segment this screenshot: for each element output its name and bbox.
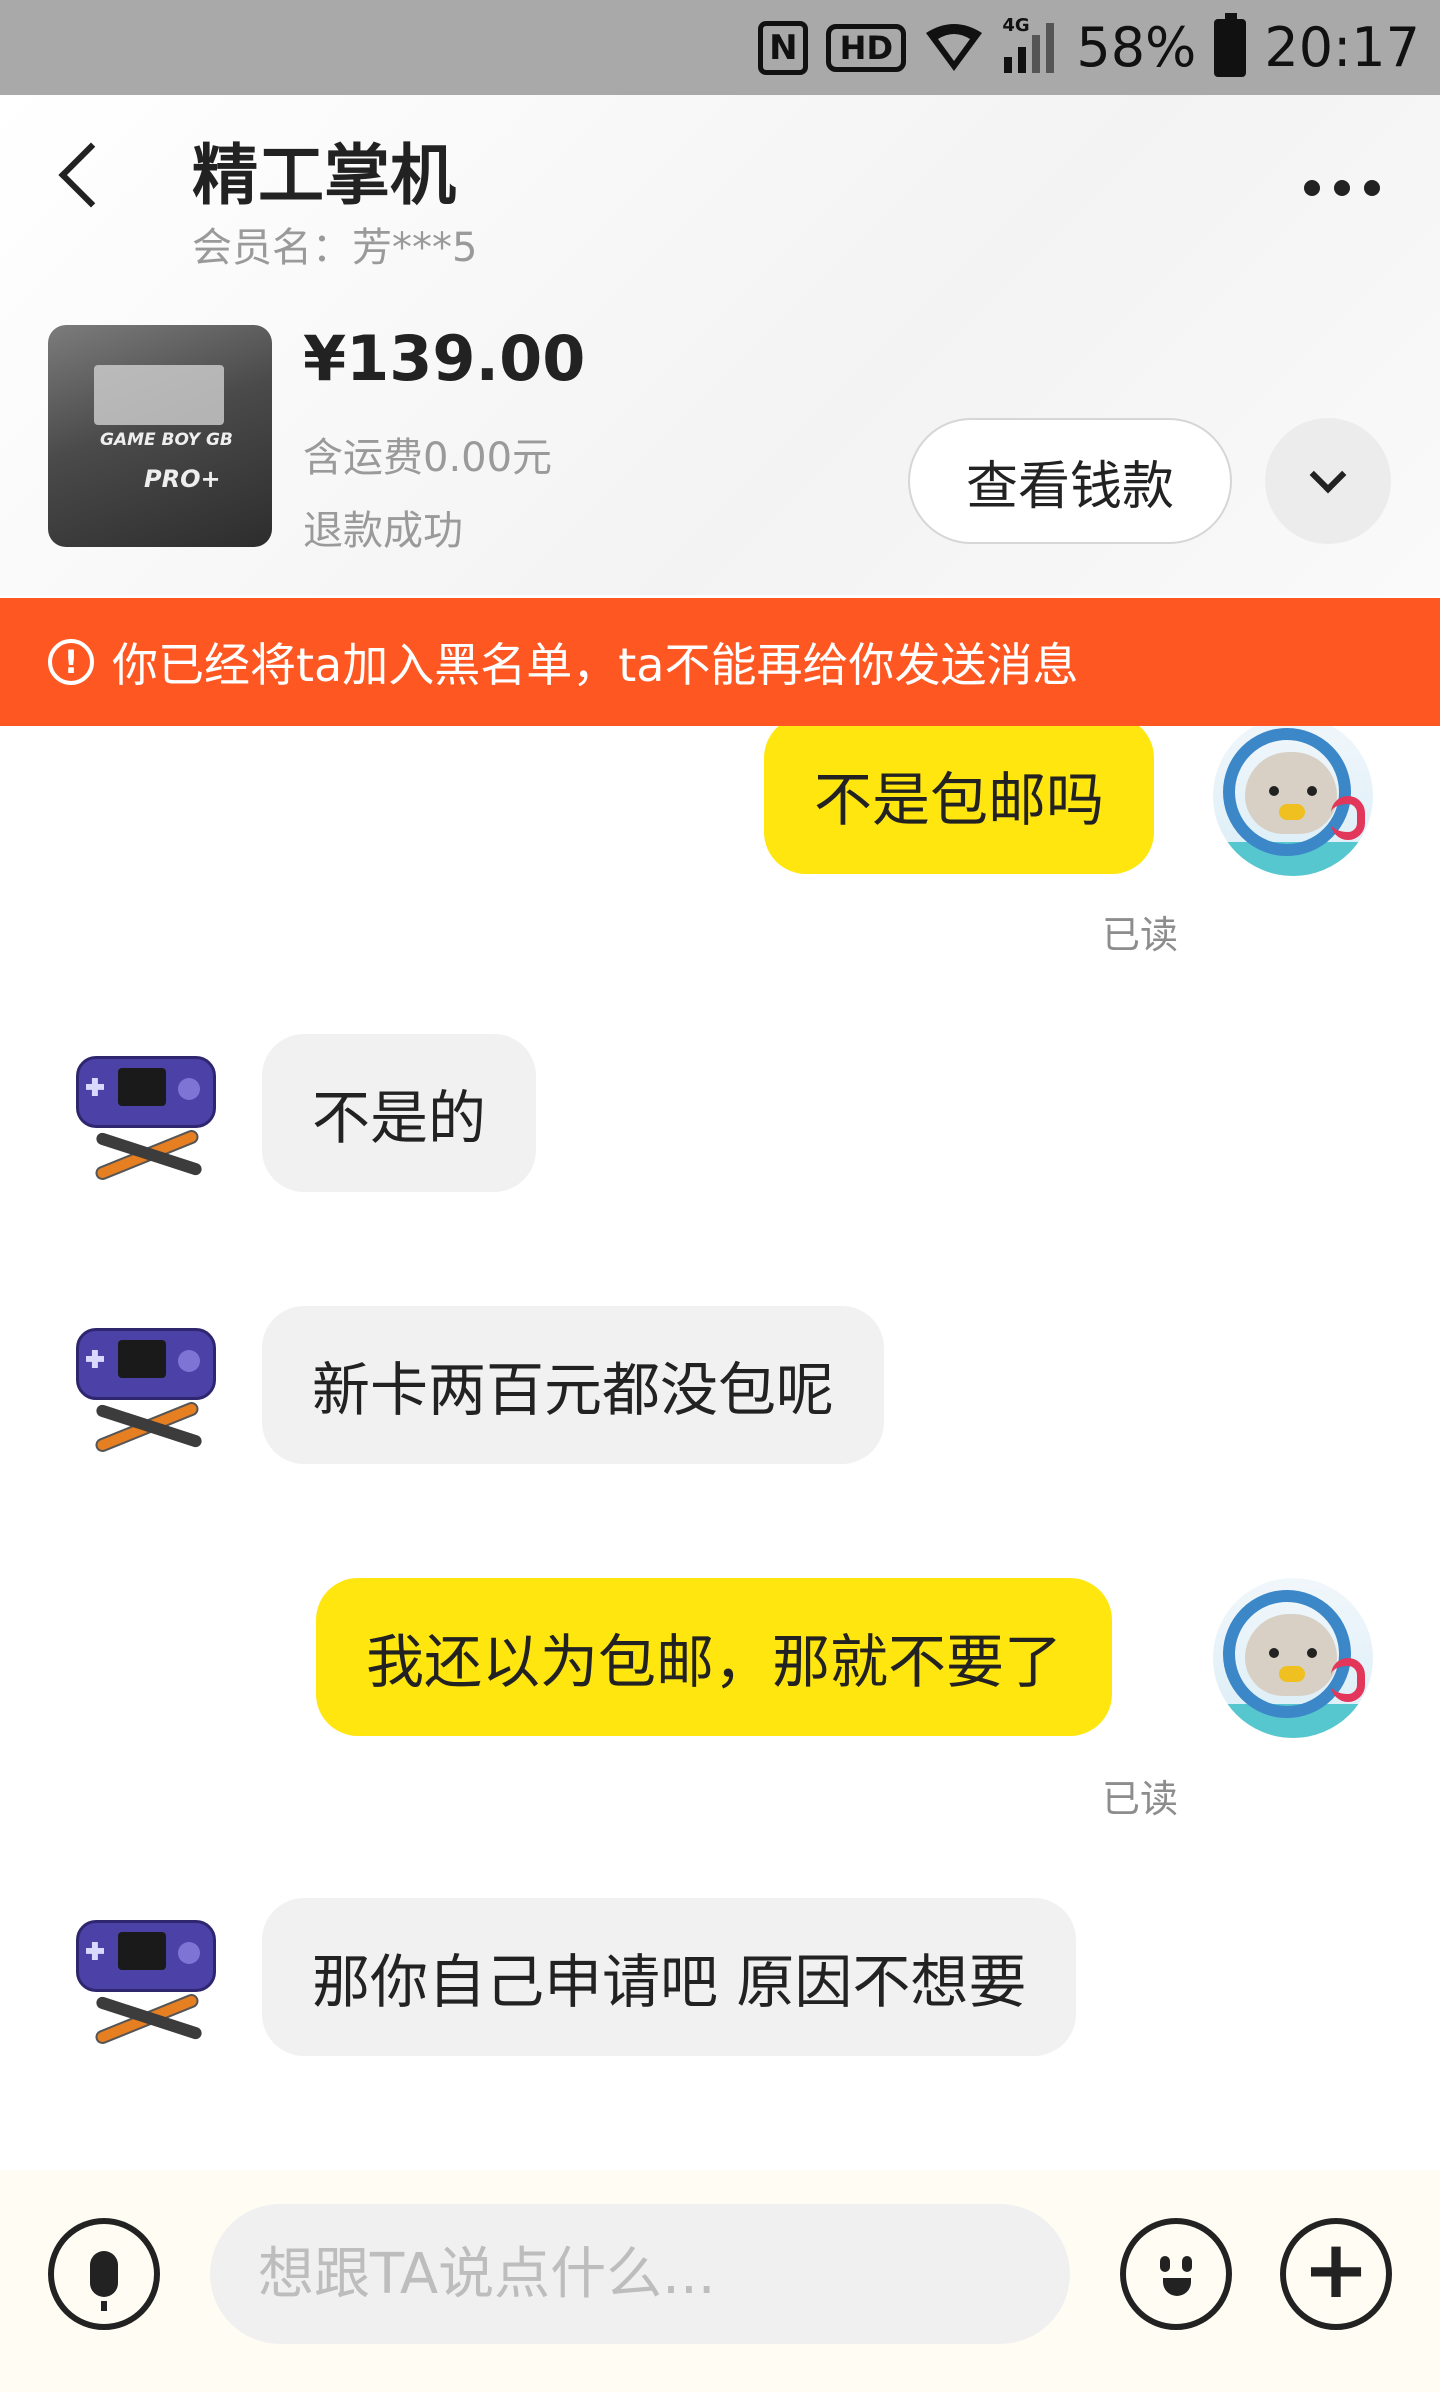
message-input[interactable] <box>210 2204 1070 2344</box>
message-bubble-theirs[interactable]: 新卡两百元都没包呢 <box>262 1306 885 1464</box>
member-name: 会员名：芳***5 <box>192 225 478 271</box>
expand-button[interactable] <box>1265 418 1391 544</box>
more-icon[interactable] <box>1304 180 1380 196</box>
chevron-down-icon <box>1309 456 1347 494</box>
emoji-button[interactable] <box>1120 2218 1232 2330</box>
banner-text: 你已经将ta加入黑名单，ta不能再给你发送消息 <box>112 638 1079 692</box>
signal-icon: 4G <box>1002 15 1058 75</box>
message-bubble-mine[interactable]: 不是包邮吗 <box>764 726 1155 874</box>
nfc-icon: N <box>758 20 809 75</box>
voice-button[interactable] <box>48 2218 160 2330</box>
product-image-brand: GAME BOY GB <box>100 430 233 450</box>
blacklist-banner: ! 你已经将ta加入黑名单，ta不能再给你发送消息 <box>0 598 1440 726</box>
emoji-icon <box>1146 2244 1206 2304</box>
network-type-label: 4G <box>1002 14 1030 36</box>
message-bubble-theirs[interactable]: 不是的 <box>262 1034 537 1192</box>
my-avatar[interactable] <box>1213 1578 1373 1738</box>
message-list[interactable]: 不是包邮吗 已读 不是的 新卡两百元都没包呢 我还以为包邮，那就不要了 已读 那… <box>0 726 1440 2170</box>
add-button[interactable]: + <box>1280 2218 1392 2330</box>
shipping-fee: 含运费0.00元 <box>303 435 553 481</box>
message-bubble-mine[interactable]: 我还以为包邮，那就不要了 <box>316 1578 1113 1736</box>
my-avatar[interactable] <box>1213 726 1373 876</box>
message-bubble-theirs[interactable]: 那你自己申请吧 原因不想要 <box>262 1898 1077 2056</box>
page-title: 精工掌机 <box>192 137 456 214</box>
clock: 20:17 <box>1264 16 1420 79</box>
wifi-icon <box>924 23 984 73</box>
read-receipt: 已读 <box>1102 913 1179 957</box>
seller-avatar[interactable] <box>72 1322 222 1462</box>
input-bar: + <box>0 2170 1440 2392</box>
product-image[interactable]: GAME BOY GB PRO+ <box>48 325 272 547</box>
microphone-icon <box>90 2251 118 2311</box>
read-receipt: 已读 <box>1102 1777 1179 1821</box>
hd-icon: HD <box>826 23 907 72</box>
plus-icon: + <box>1302 2223 1370 2316</box>
status-bar: N HD 4G 58% 20:17 <box>0 0 1440 95</box>
battery-icon <box>1214 12 1247 77</box>
seller-avatar[interactable] <box>72 1050 222 1190</box>
product-price: ¥139.00 <box>303 322 586 395</box>
status-icons: N HD 4G 58% 20:17 <box>758 0 1420 95</box>
order-status: 退款成功 <box>303 508 463 554</box>
view-payment-button[interactable]: 查看钱款 <box>908 418 1232 544</box>
product-image-model: PRO+ <box>144 465 221 493</box>
seller-avatar[interactable] <box>72 1914 222 2054</box>
battery-percent: 58% <box>1076 16 1197 79</box>
warning-icon: ! <box>48 639 94 685</box>
